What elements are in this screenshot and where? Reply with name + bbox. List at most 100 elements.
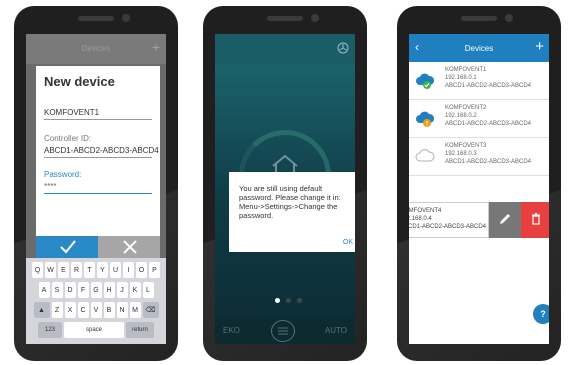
phone-devices-list: ‹ Devices + KOMFOVENT1 192.168.0.1 ABCD1… xyxy=(397,6,561,361)
main-control-screen: You are still using default password. Pl… xyxy=(215,34,355,344)
device-row[interactable]: KOMFOVENT3 192.168.0.3 ABCD1-ABCD2-ABCD3… xyxy=(409,138,549,176)
device-name: KOMFOVENT1 xyxy=(445,67,487,73)
mode-bar: EKO AUTO xyxy=(215,318,355,344)
controller-id-label: Controller ID: xyxy=(44,134,92,143)
front-camera xyxy=(505,14,513,22)
key-x[interactable]: X xyxy=(64,302,76,318)
device-row[interactable]: KOMFOVENT1 192.168.0.1 ABCD1-ABCD2-ABCD3… xyxy=(409,62,549,100)
keyboard-row-2: ASDFGHJKL xyxy=(26,282,166,298)
dialog-actions xyxy=(36,236,160,258)
front-camera xyxy=(122,14,130,22)
key-g[interactable]: G xyxy=(90,282,102,298)
devices-screen: ‹ Devices + KOMFOVENT1 192.168.0.1 ABCD1… xyxy=(409,34,549,344)
key-k[interactable]: K xyxy=(129,282,141,298)
key-h[interactable]: H xyxy=(103,282,115,298)
key-e[interactable]: E xyxy=(58,262,69,278)
device-name: KOMFOVENT4 xyxy=(409,208,442,214)
device-row[interactable]: KOMFOVENT2 192.168.0.2 ABCD1-ABCD2-ABCD3… xyxy=(409,100,549,138)
new-device-dialog: New device KOMFOVENT1 Controller ID: ABC… xyxy=(36,66,160,236)
key-u[interactable]: U xyxy=(110,262,121,278)
keyboard-row-4: 123 space return xyxy=(26,322,166,338)
numbers-key[interactable]: 123 xyxy=(38,322,62,338)
confirm-button[interactable] xyxy=(36,236,98,258)
password-warning-dialog: You are still using default password. Pl… xyxy=(229,172,355,252)
screenshot-stage: Devices + New device KOMFOVENT1 Controll… xyxy=(0,0,570,365)
shift-key[interactable]: ▲ xyxy=(33,302,50,318)
phone-password-alert: You are still using default password. Pl… xyxy=(203,6,367,361)
password-input[interactable]: **** xyxy=(44,182,152,194)
key-v[interactable]: V xyxy=(90,302,102,318)
dialog-title: New device xyxy=(44,74,115,89)
key-q[interactable]: Q xyxy=(32,262,43,278)
device-ip: 192.168.0.2 xyxy=(445,113,477,119)
main-topbar xyxy=(215,34,355,64)
fan-icon[interactable] xyxy=(337,42,349,54)
device-id: ABCD1-ABCD2-ABCD3-ABCD4 xyxy=(445,121,532,127)
menu-icon xyxy=(278,327,288,335)
key-n[interactable]: N xyxy=(116,302,128,318)
swiped-device-row[interactable]: KOMFOVENT4 192.168.0.4 ABCD1-ABCD2-ABCD3… xyxy=(409,202,549,238)
trash-icon xyxy=(532,212,540,225)
cloud-online-icon xyxy=(416,73,435,89)
device-id: ABCD1-ABCD2-ABCD3-ABCD4 xyxy=(445,83,532,89)
controller-id-field[interactable]: Controller ID: ABCD1-ABCD2-ABCD3-ABCD4 xyxy=(44,134,159,158)
device-info: KOMFOVENT3 192.168.0.3 ABCD1-ABCD2-ABCD3… xyxy=(445,142,531,166)
backspace-key[interactable]: ⌫ xyxy=(142,302,159,318)
delete-device-button[interactable] xyxy=(521,202,549,238)
device-id: ABCD1-ABCD2-ABCD3-ABCD4 xyxy=(409,224,487,230)
space-key[interactable]: space xyxy=(64,322,124,338)
key-i[interactable]: I xyxy=(123,262,134,278)
controller-id-input[interactable]: ABCD1-ABCD2-ABCD3-ABCD4 xyxy=(44,146,159,158)
swiped-device-card[interactable]: KOMFOVENT4 192.168.0.4 ABCD1-ABCD2-ABCD3… xyxy=(409,202,489,238)
cloud-warning-icon xyxy=(416,111,435,127)
on-screen-keyboard: QWERTYUIOP ASDFGHJKL ▲ Z X C V B N M ⌫ 123 spac… xyxy=(26,258,166,344)
key-f[interactable]: F xyxy=(77,282,89,298)
key-p[interactable]: P xyxy=(149,262,160,278)
pencil-icon xyxy=(500,214,510,224)
return-key[interactable]: return xyxy=(126,322,154,338)
key-m[interactable]: M xyxy=(129,302,141,318)
name-field[interactable]: KOMFOVENT1 xyxy=(44,108,152,120)
password-field[interactable]: Password: **** xyxy=(44,170,152,194)
menu-button[interactable] xyxy=(271,320,295,342)
key-j[interactable]: J xyxy=(116,282,128,298)
front-camera xyxy=(311,14,319,22)
auto-mode-button[interactable]: AUTO xyxy=(325,326,347,335)
key-s[interactable]: S xyxy=(51,282,63,298)
speaker-grille xyxy=(78,16,114,21)
ok-button[interactable]: OK xyxy=(343,239,353,246)
speaker-grille xyxy=(461,16,497,21)
key-c[interactable]: C xyxy=(77,302,89,318)
key-a[interactable]: A xyxy=(38,282,50,298)
new-device-screen: Devices + New device KOMFOVENT1 Controll… xyxy=(26,34,166,344)
name-input[interactable]: KOMFOVENT1 xyxy=(44,108,152,120)
password-label: Password: xyxy=(44,170,82,179)
page-dot[interactable] xyxy=(297,298,302,303)
cloud-offline-icon xyxy=(415,149,435,162)
key-w[interactable]: W xyxy=(45,262,56,278)
key-r[interactable]: R xyxy=(71,262,82,278)
edit-device-button[interactable] xyxy=(489,202,521,238)
key-l[interactable]: L xyxy=(142,282,154,298)
device-ip: 192.168.0.4 xyxy=(409,216,432,222)
device-info: KOMFOVENT1 192.168.0.1 ABCD1-ABCD2-ABCD3… xyxy=(445,66,531,90)
page-dot-active[interactable] xyxy=(275,298,280,303)
close-icon xyxy=(123,240,137,254)
key-z[interactable]: Z xyxy=(51,302,63,318)
device-name: KOMFOVENT3 xyxy=(445,143,487,149)
warning-message: You are still using default password. Pl… xyxy=(239,184,341,220)
key-d[interactable]: D xyxy=(64,282,76,298)
device-id: ABCD1-ABCD2-ABCD3-ABCD4 xyxy=(445,159,532,165)
cancel-button[interactable] xyxy=(98,236,160,258)
keyboard-row-3: ▲ Z X C V B N M ⌫ xyxy=(26,302,166,318)
key-t[interactable]: T xyxy=(84,262,95,278)
key-y[interactable]: Y xyxy=(97,262,108,278)
add-device-button[interactable]: + xyxy=(535,38,544,55)
device-ip: 192.168.0.1 xyxy=(445,75,477,81)
page-dot[interactable] xyxy=(286,298,291,303)
speaker-grille xyxy=(267,16,303,21)
eko-mode-button[interactable]: EKO xyxy=(223,326,240,335)
help-button[interactable]: ? xyxy=(533,304,549,324)
key-b[interactable]: B xyxy=(103,302,115,318)
key-o[interactable]: O xyxy=(136,262,147,278)
